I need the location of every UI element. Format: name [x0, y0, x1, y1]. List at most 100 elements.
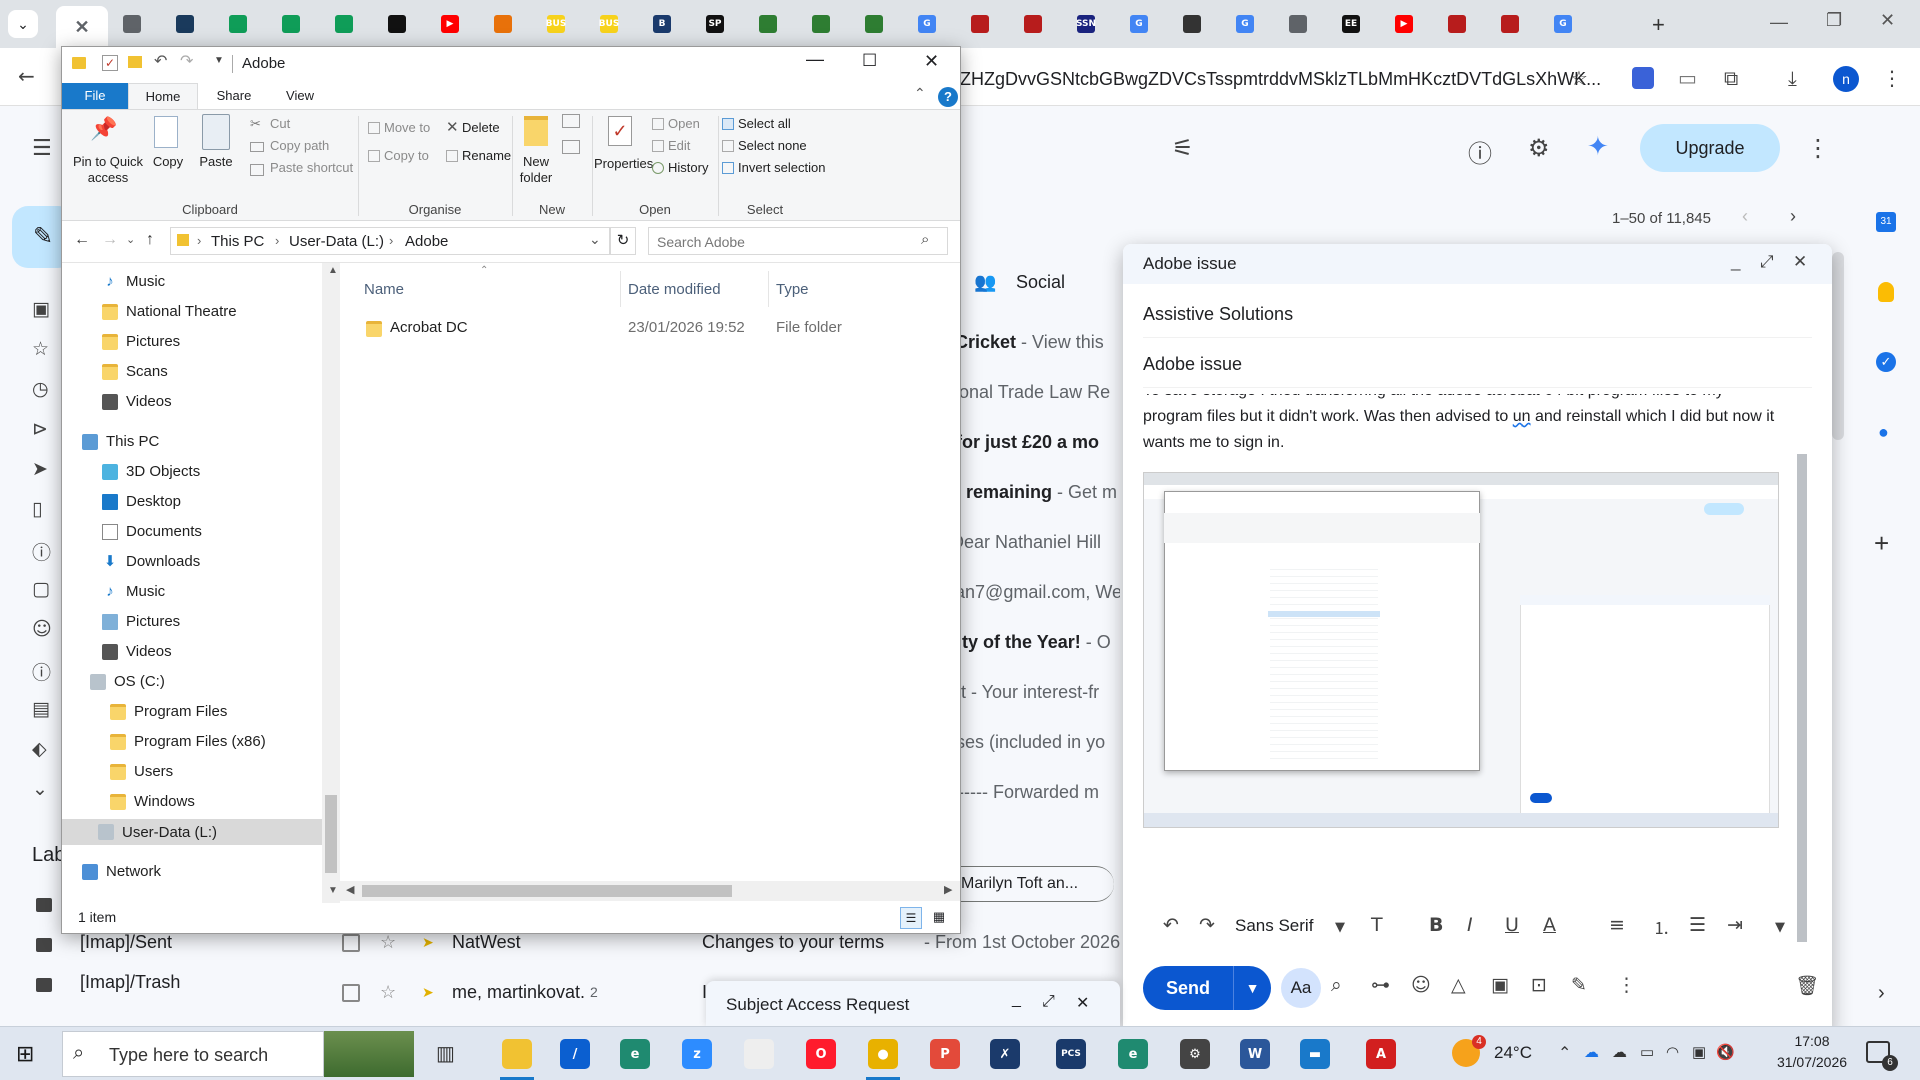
- browser-tab[interactable]: EE: [1325, 8, 1377, 40]
- nav-item-user-data-l[interactable]: User-Data (L:): [62, 819, 322, 845]
- minimize-icon[interactable]: _: [1731, 252, 1740, 272]
- subject-field[interactable]: Adobe issue: [1143, 340, 1812, 388]
- prev-page-icon[interactable]: ‹: [1742, 206, 1748, 227]
- browser-tab[interactable]: [954, 8, 1006, 40]
- azure-icon[interactable]: /: [560, 1039, 590, 1069]
- help-icon[interactable]: ⓘ: [1468, 134, 1492, 169]
- browser-tab[interactable]: BUS: [583, 8, 635, 40]
- email-row-fragment[interactable]: e Cricket - View this: [940, 332, 1120, 372]
- search-box[interactable]: Search Adobe ⌕: [648, 227, 948, 255]
- recent-locations-icon[interactable]: ⌄: [126, 233, 135, 246]
- calendar-icon[interactable]: 31: [1876, 212, 1896, 232]
- column-header-type[interactable]: Type: [776, 281, 809, 298]
- forward-arrow-icon[interactable]: →: [102, 231, 118, 249]
- minimize-window-icon[interactable]: —: [806, 49, 824, 70]
- browser-tab[interactable]: [371, 8, 423, 40]
- taskbar-search-box[interactable]: ⌕ Type here to search: [62, 1031, 324, 1077]
- close-icon[interactable]: ✕: [1076, 993, 1089, 1013]
- label-sent[interactable]: [Imap]/Sent: [80, 932, 172, 953]
- help-icon[interactable]: ?: [938, 87, 958, 107]
- download-icon[interactable]: ⤓: [1788, 66, 1797, 90]
- purchases-icon[interactable]: ▢: [32, 578, 50, 600]
- nav-item-pictures[interactable]: Pictures: [102, 333, 180, 350]
- browser-tab[interactable]: [1272, 8, 1324, 40]
- breadcrumb-user-data[interactable]: User-Data (L:): [289, 233, 384, 250]
- chevron-right-icon[interactable]: ›: [197, 233, 201, 248]
- italic-icon[interactable]: I: [1467, 914, 1473, 936]
- inbox-icon[interactable]: ▣: [32, 298, 50, 320]
- extension-icon[interactable]: [1632, 67, 1654, 89]
- compose-header[interactable]: Adobe issue _ ⤢ ✕: [1123, 244, 1832, 284]
- chevron-right-icon[interactable]: ›: [389, 233, 393, 248]
- tab-active[interactable]: ✕: [56, 6, 108, 48]
- copy-to-button[interactable]: Copy to: [384, 148, 429, 163]
- word-icon[interactable]: W: [1240, 1039, 1270, 1069]
- next-page-icon[interactable]: ›: [1790, 206, 1796, 227]
- align-icon[interactable]: ≡: [1609, 914, 1625, 936]
- add-addon-icon[interactable]: +: [1874, 528, 1889, 559]
- row-checkbox[interactable]: [342, 934, 360, 952]
- text-color-icon[interactable]: A: [1543, 914, 1556, 936]
- easy-access-icon[interactable]: [562, 140, 580, 154]
- new-tab-button[interactable]: +: [1652, 12, 1665, 38]
- browser-tab[interactable]: [742, 8, 794, 40]
- new-item-icon[interactable]: [562, 114, 580, 128]
- bookmark-star-icon[interactable]: ☆: [1570, 66, 1588, 90]
- task-view-icon[interactable]: ▥: [436, 1041, 455, 1066]
- edit-button[interactable]: Edit: [668, 138, 690, 153]
- more-chevron-icon[interactable]: ⌄: [32, 778, 48, 800]
- nav-item-desktop[interactable]: Desktop: [102, 493, 181, 510]
- send-options-icon[interactable]: ▼: [1233, 966, 1271, 1010]
- breadcrumb[interactable]: › This PC › User-Data (L:) › Adobe ⌄: [170, 227, 610, 255]
- photo-icon[interactable]: ▣: [1491, 974, 1509, 996]
- chevron-down-icon[interactable]: ▼: [1335, 920, 1345, 935]
- link-icon[interactable]: ⊶: [1371, 974, 1390, 996]
- keep-icon[interactable]: [1878, 282, 1894, 302]
- email-row-fragment[interactable]: arity of the Year! - O: [940, 632, 1120, 672]
- copy-button[interactable]: Copy: [148, 154, 188, 170]
- customize-toolbar-icon[interactable]: ▼: [214, 55, 224, 66]
- email-row-fragment[interactable]: -------- Forwarded m: [940, 782, 1120, 822]
- browser-tab[interactable]: G: [1537, 8, 1589, 40]
- drafts-icon[interactable]: ▯: [32, 498, 42, 520]
- compose-scrollbar[interactable]: [1797, 454, 1807, 942]
- invert-selection-button[interactable]: Invert selection: [738, 160, 825, 175]
- browser-tab[interactable]: G: [901, 8, 953, 40]
- browser-tab[interactable]: [318, 8, 370, 40]
- nav-item-users[interactable]: Users: [110, 763, 173, 780]
- bulleted-list-icon[interactable]: ☰: [1689, 914, 1706, 936]
- browser-tab[interactable]: [1484, 8, 1536, 40]
- browser-tab[interactable]: [212, 8, 264, 40]
- paste-button[interactable]: Paste: [196, 154, 236, 170]
- maximize-window-icon[interactable]: ❐: [1826, 10, 1842, 31]
- paste-shortcut-button[interactable]: Paste shortcut: [270, 160, 353, 175]
- undo-icon[interactable]: ↶: [154, 51, 167, 71]
- rename-button[interactable]: Rename: [462, 148, 511, 163]
- profile-avatar[interactable]: n: [1833, 66, 1859, 92]
- settings-icon[interactable]: ⚙: [1180, 1039, 1210, 1069]
- email-row-fragment[interactable]: - Dear Nathaniel Hill: [940, 532, 1120, 572]
- nav-item-os-c[interactable]: OS (C:): [90, 673, 165, 690]
- browser-tab[interactable]: [1431, 8, 1483, 40]
- redo-icon[interactable]: ↷: [180, 51, 193, 71]
- sent-icon[interactable]: ➤: [32, 458, 48, 480]
- discard-trash-icon[interactable]: 🗑: [1795, 974, 1819, 997]
- network-adapter-icon[interactable]: ▣: [1692, 1043, 1706, 1061]
- numbered-list-icon[interactable]: ⒈: [1653, 914, 1670, 939]
- details-view-icon[interactable]: ☰: [900, 907, 922, 929]
- label-trash[interactable]: [Imap]/Trash: [80, 972, 180, 993]
- wifi-icon[interactable]: ◠: [1666, 1043, 1679, 1061]
- main-menu-icon[interactable]: ☰: [32, 136, 52, 161]
- reader-icon[interactable]: P: [930, 1039, 960, 1069]
- browser-tab[interactable]: B: [636, 8, 688, 40]
- extensions-puzzle-icon[interactable]: ⧉: [1724, 66, 1738, 90]
- nav-item-national-theatre[interactable]: National Theatre: [102, 303, 237, 320]
- nav-item-music[interactable]: ♪ Music: [102, 273, 165, 290]
- cut-button[interactable]: Cut: [270, 116, 290, 131]
- tab-file[interactable]: File: [62, 83, 128, 109]
- select-all-button[interactable]: Select all: [738, 116, 791, 131]
- nav-item-videos[interactable]: Videos: [102, 643, 172, 660]
- opera-icon[interactable]: O: [806, 1039, 836, 1069]
- history-button[interactable]: History: [668, 160, 708, 175]
- browser-tab[interactable]: [477, 8, 529, 40]
